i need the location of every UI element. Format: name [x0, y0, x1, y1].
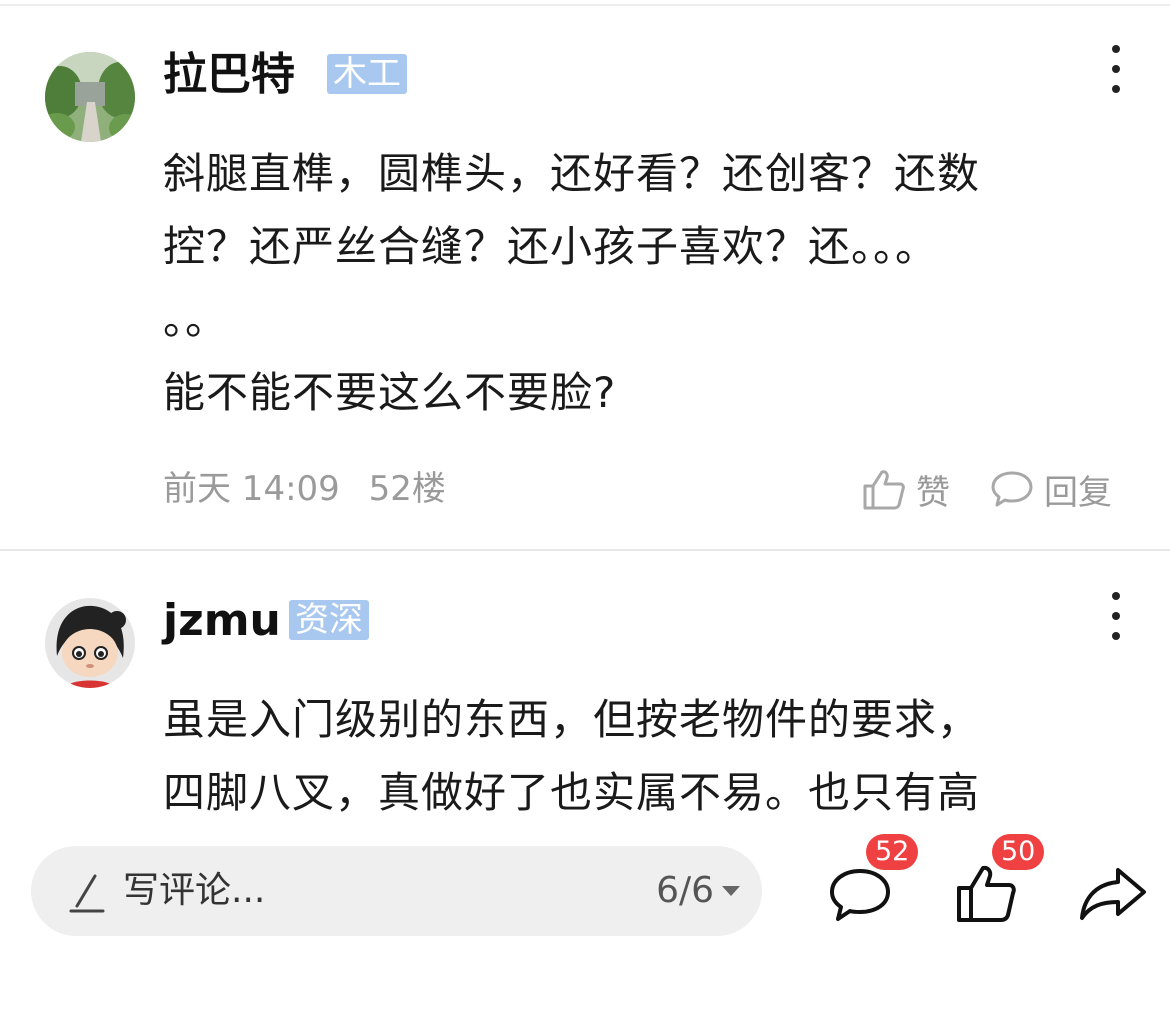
comment-body: 虽是入门级别的东西，但按老物件的要求， 四脚八叉，真做好了也实属不易。也只有高 — [163, 683, 1123, 829]
like-button[interactable]: 赞 — [862, 466, 950, 513]
comment-line: 控？还严丝合缝？还小孩子喜欢？还。。。 — [163, 222, 939, 271]
top-divider — [0, 4, 1170, 6]
comment-body: 斜腿直榫，圆榫头，还好看？还创客？还数 控？还严丝合缝？还小孩子喜欢？还。。。 … — [163, 137, 1123, 429]
user-badge: 木工 — [327, 54, 407, 94]
share-icon[interactable] — [1078, 866, 1148, 922]
comment-divider — [0, 549, 1170, 551]
comment-page: 拉巴特 木工 斜腿直榫，圆榫头，还好看？还创客？还数 控？还严丝合缝？还小孩子喜… — [0, 0, 1170, 1021]
dropdown-triangle-icon — [722, 886, 740, 896]
user-badge: 资深 — [289, 600, 369, 640]
page-selector[interactable]: 6/6 — [656, 868, 740, 914]
page-indicator: 6/6 — [656, 870, 714, 911]
comment-input[interactable]: 写评论... 6/6 — [31, 846, 762, 936]
username[interactable]: jzmu — [163, 596, 281, 646]
avatar[interactable] — [45, 52, 135, 142]
comment-line: 四脚八叉，真做好了也实属不易。也只有高 — [163, 768, 981, 817]
chat-bubble-icon[interactable] — [828, 866, 892, 924]
comment-time: 前天 14:09 — [163, 469, 340, 509]
like-count-badge: 50 — [992, 834, 1045, 870]
reply-label: 回复 — [1044, 472, 1112, 513]
username[interactable]: 拉巴特 — [163, 50, 295, 100]
thumb-up-icon — [863, 470, 905, 510]
comment-line: 。。 — [163, 295, 229, 344]
comment-placeholder: 写评论... — [123, 870, 266, 911]
more-icon[interactable] — [1106, 592, 1126, 640]
comment-line: 斜腿直榫，圆榫头，还好看？还创客？还数 — [163, 149, 981, 198]
chat-bubble-icon — [991, 471, 1033, 507]
comment-line: 能不能不要这么不要脸? — [163, 368, 617, 417]
bottom-bar: 写评论... 6/6 52 50 — [0, 834, 1170, 950]
reply-button[interactable]: 回复 — [990, 466, 1112, 513]
comment-count-badge: 52 — [866, 834, 919, 870]
thumb-up-icon[interactable] — [954, 862, 1018, 924]
comment-line: 虽是入门级别的东西，但按老物件的要求， — [163, 695, 981, 744]
more-icon[interactable] — [1106, 45, 1126, 93]
comment-meta: 前天 14:09 52楼 — [163, 466, 446, 512]
avatar[interactable] — [45, 598, 135, 688]
comment-floor: 52楼 — [368, 469, 446, 509]
pen-icon — [69, 874, 105, 913]
like-label: 赞 — [916, 472, 950, 513]
